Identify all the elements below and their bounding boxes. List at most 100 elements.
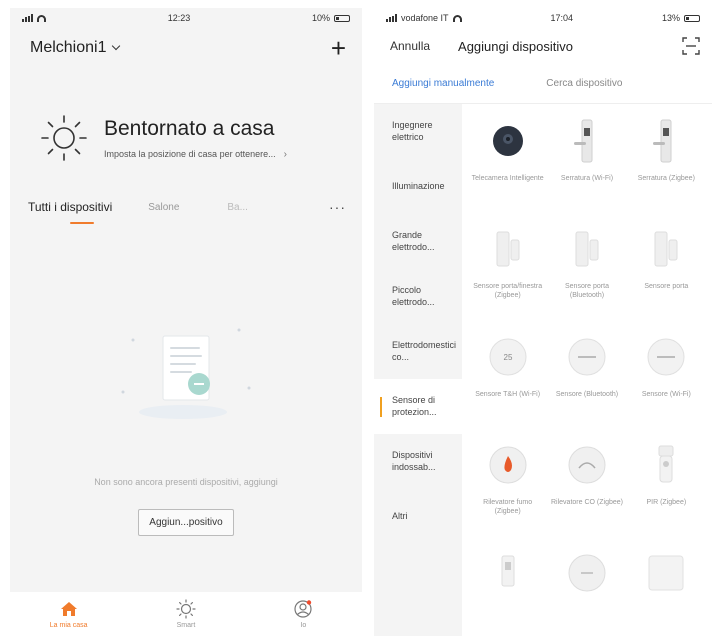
sun-icon: [176, 599, 196, 619]
welcome-card[interactable]: Bentornato a casa Imposta la posizione d…: [10, 68, 362, 180]
device-tile[interactable]: Rilevatore fumo (Zigbee): [468, 432, 547, 540]
scan-icon[interactable]: [682, 37, 700, 55]
home-icon: [60, 602, 77, 616]
category-item-active[interactable]: Sensore di protezion...: [374, 379, 462, 434]
cancel-button[interactable]: Annulla: [390, 39, 430, 53]
device-label: Sensore (Bluetooth): [555, 391, 619, 398]
empty-message: Non sono ancora presenti dispositivi, ag…: [94, 477, 278, 487]
device-label: PIR (Zigbee): [646, 499, 687, 506]
contact-sensor-icon: [654, 231, 678, 267]
device-tile[interactable]: Sensore (Bluetooth): [547, 324, 626, 432]
signal-icon: [386, 14, 397, 22]
nav-smart[interactable]: Smart: [146, 599, 226, 629]
device-tile[interactable]: Rilevatore CO (Zigbee): [547, 432, 626, 540]
add-icon[interactable]: +: [331, 35, 346, 61]
device-tile[interactable]: Sensore porta: [627, 216, 706, 324]
device-grid: Telecamera Intelligente Serratura (Wi-Fi…: [462, 104, 712, 636]
device-label: Rilevatore fumo (Zigbee): [483, 499, 533, 516]
category-item[interactable]: Piccolo elettrodo...: [374, 269, 462, 324]
chevron-right-icon: ›: [283, 148, 287, 160]
tab-living-room[interactable]: Salone: [148, 202, 179, 213]
device-tile[interactable]: Serratura (Wi-Fi): [547, 108, 626, 216]
smoke-detector-icon: [489, 446, 527, 484]
empty-document-icon: [121, 328, 251, 419]
device-tile[interactable]: Sensore porta/finestra (Zigbee): [468, 216, 547, 324]
co-detector-icon: [568, 446, 606, 484]
pir-sensor-icon: [658, 445, 674, 483]
device-tile[interactable]: [627, 540, 706, 636]
device-tile[interactable]: Sensore porta (Bluetooth): [547, 216, 626, 324]
device-label: Sensore (Wi-Fi): [641, 391, 691, 398]
status-bar: vodafone IT 17:04 13%: [374, 8, 712, 28]
nav-smart-label: Smart: [176, 622, 196, 629]
round-sensor-icon: [568, 554, 606, 592]
device-tile[interactable]: [547, 540, 626, 636]
chevron-down-icon: [112, 41, 121, 51]
device-label: Sensore porta: [644, 283, 689, 290]
battery-percent: 10%: [311, 13, 330, 23]
device-label: Sensore porta (Bluetooth): [564, 283, 609, 300]
home-header: Melchioni1 +: [10, 28, 362, 68]
add-device-header: Annulla Aggiungi dispositivo: [374, 28, 712, 64]
add-device-button[interactable]: Aggiun...positivo: [138, 509, 234, 536]
wifi-icon: [37, 14, 46, 22]
thermo-hygro-icon: [647, 338, 685, 376]
svg-text:25: 25: [503, 353, 512, 362]
device-tile[interactable]: PIR (Zigbee): [627, 432, 706, 540]
tab-bathroom[interactable]: Ba...: [227, 202, 248, 213]
thermo-hygro-icon: [568, 338, 606, 376]
battery-icon: [333, 14, 350, 22]
device-tile[interactable]: Telecamera Intelligente: [468, 108, 547, 216]
add-device-screen: vodafone IT 17:04 13% Annulla Aggiungi d…: [374, 8, 712, 636]
device-label: Rilevatore CO (Zigbee): [551, 499, 623, 506]
plug-icon: [501, 555, 515, 587]
device-label: Telecamera Intelligente: [471, 175, 544, 182]
contact-sensor-icon: [496, 231, 520, 267]
square-sensor-icon: [648, 555, 684, 591]
nav-home-label: La mia casa: [49, 622, 88, 629]
sun-icon: [41, 115, 87, 161]
category-item[interactable]: Illuminazione: [374, 159, 462, 214]
device-tile[interactable]: Serratura (Zigbee): [627, 108, 706, 216]
welcome-title: Bentornato a casa: [104, 116, 275, 140]
battery-percent: 13%: [661, 13, 680, 23]
category-item[interactable]: Ingegnere elettrico: [374, 104, 462, 159]
device-label: Sensore porta/finestra (Zigbee): [473, 283, 543, 300]
category-item[interactable]: Dispositivi indossab...: [374, 434, 462, 489]
tab-search-device[interactable]: Cerca dispositivo: [546, 78, 622, 89]
page-title: Aggiungi dispositivo: [458, 38, 573, 54]
tab-add-manually[interactable]: Aggiungi manualmente: [392, 78, 494, 89]
device-label: Serratura (Wi-Fi): [560, 175, 614, 182]
device-tile[interactable]: 25 Sensore T&H (Wi-Fi): [468, 324, 547, 432]
device-label: Serratura (Zigbee): [637, 175, 695, 182]
category-item[interactable]: Altri: [374, 489, 462, 544]
category-item[interactable]: Elettrodomestici co...: [374, 324, 462, 379]
welcome-subtitle: Imposta la posizione di casa per ottener…: [104, 149, 276, 159]
device-label: Sensore T&H (Wi-Fi): [475, 391, 541, 398]
more-icon[interactable]: ···: [329, 199, 346, 215]
door-lock-icon: [573, 119, 593, 163]
wifi-icon: [452, 14, 462, 22]
thermo-hygro-icon: 25: [489, 338, 527, 376]
nav-home[interactable]: La mia casa: [29, 599, 109, 629]
category-item[interactable]: Grande elettrodo...: [374, 214, 462, 269]
category-list: Ingegnere elettrico Illuminazione Grande…: [374, 104, 462, 636]
profile-icon: [294, 600, 312, 618]
home-selector[interactable]: Melchioni1: [30, 39, 121, 57]
carrier-label: vodafone IT: [401, 13, 449, 23]
add-mode-tabs: Aggiungi manualmente Cerca dispositivo: [374, 64, 712, 104]
home-screen: 12:23 10% Melchioni1 + Bentornato a casa…: [10, 8, 362, 636]
nav-profile[interactable]: Io: [263, 599, 343, 629]
tab-all-devices[interactable]: Tutti i dispositivi: [28, 200, 112, 224]
room-tabs: Tutti i dispositivi Salone Ba... ···: [10, 180, 362, 224]
device-tile[interactable]: Sensore (Wi-Fi): [627, 324, 706, 432]
status-time: 12:23: [167, 13, 191, 23]
contact-sensor-icon: [575, 231, 599, 267]
battery-icon: [683, 14, 700, 22]
empty-state: Non sono ancora presenti dispositivi, ag…: [10, 308, 362, 536]
camera-icon: [492, 126, 523, 156]
nav-profile-label: Io: [300, 622, 307, 629]
home-name-label: Melchioni1: [30, 39, 107, 56]
device-tile[interactable]: [468, 540, 547, 636]
status-time: 17:04: [550, 13, 574, 23]
